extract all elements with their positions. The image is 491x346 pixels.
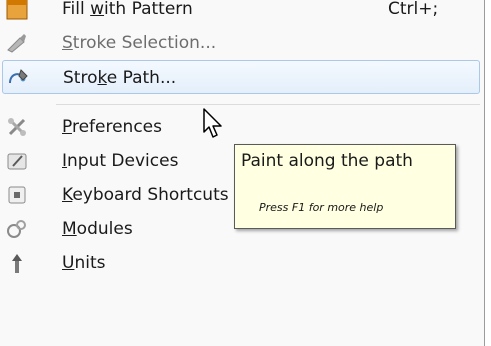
preferences-icon [6,116,28,138]
keyboard-shortcuts-icon [6,184,28,206]
menu-item-stroke-path[interactable]: Stroke Path... [2,60,480,94]
units-icon [6,252,28,274]
menu-item-label: Stroke Path... [63,68,177,88]
tooltip: Paint along the path Press F1 for more h… [234,144,456,229]
menu-item-label: Input Devices [62,151,179,171]
stroke-path-icon [7,67,29,89]
menu-item-label: Modules [62,219,133,239]
menu-item-label: Preferences [62,117,162,137]
tooltip-help-text: Press F1 for more help [259,201,384,214]
menu-separator [56,104,480,105]
menu-item-label: Keyboard Shortcuts [62,185,229,205]
tooltip-title: Paint along the path [241,151,413,171]
mouse-pointer-icon [203,108,222,138]
input-devices-icon [6,150,28,172]
menu-item-units[interactable]: Units [2,246,480,280]
pattern-fill-icon [6,0,28,20]
menu-item-label: Fill with Pattern [62,0,193,19]
stroke-selection-icon [6,32,28,54]
menu-item-fill-with-pattern[interactable]: Fill with Pattern Ctrl+; [2,0,480,26]
menu-item-label: Stroke Selection... [62,33,217,53]
menu-item-preferences[interactable]: Preferences [2,110,480,144]
menu-item-shortcut: Ctrl+; [388,0,439,19]
modules-icon [6,218,28,240]
menu-item-stroke-selection[interactable]: Stroke Selection... [2,26,480,60]
menu-item-label: Units [62,253,106,273]
